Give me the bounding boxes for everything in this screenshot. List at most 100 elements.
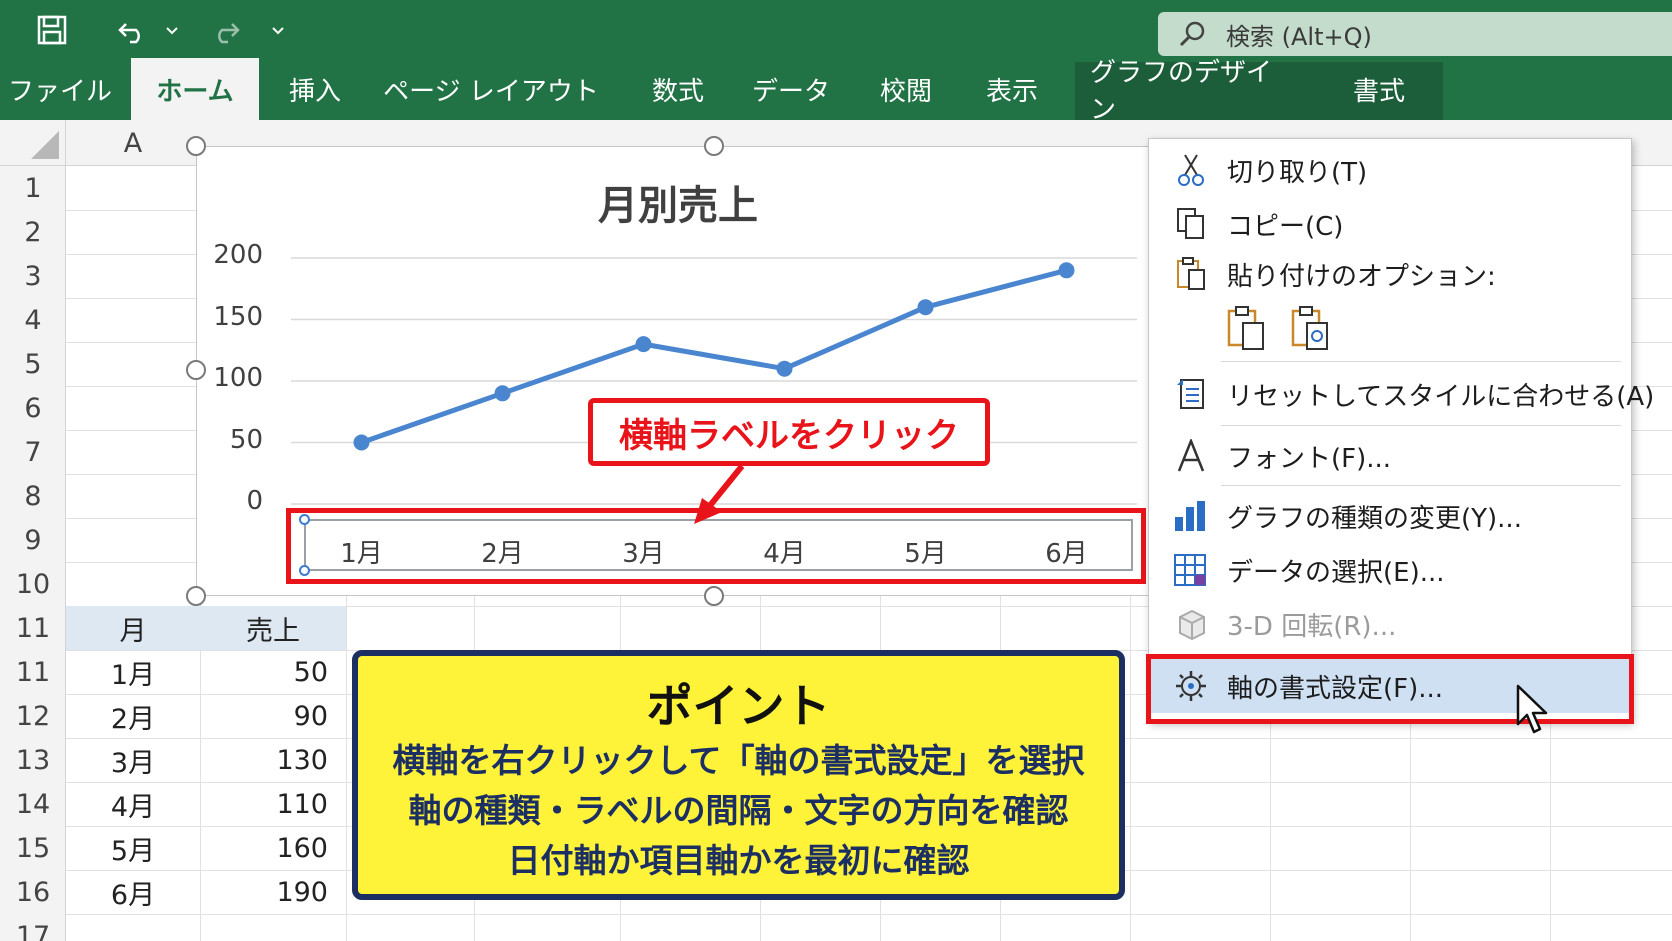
chart-resize-handle-tm[interactable]	[704, 136, 724, 156]
chart-type-icon	[1171, 496, 1211, 536]
undo-dropdown-icon[interactable]	[160, 10, 184, 50]
menu-separator	[1221, 425, 1621, 426]
data-point[interactable]	[1058, 262, 1075, 279]
title-bar: 検索 (Alt+Q)	[0, 0, 1672, 58]
month-cell[interactable]: 6月	[66, 870, 200, 914]
sales-cell[interactable]: 110	[200, 782, 346, 826]
menu-item-label: フォント(F)...	[1227, 443, 1392, 474]
month-cell[interactable]: 4月	[66, 782, 200, 826]
row-header[interactable]: 6	[0, 386, 66, 430]
menu-item-label: グラフの種類の変更(Y)...	[1227, 503, 1522, 534]
tab-file[interactable]: ファイル	[6, 58, 114, 120]
menu-item-font[interactable]: フォント(F)...	[1149, 429, 1633, 483]
chart-resize-handle-bl[interactable]	[186, 586, 206, 606]
row-header[interactable]: 14	[0, 782, 66, 826]
chart-resize-handle-ml[interactable]	[186, 360, 206, 380]
sales-cell[interactable]: 160	[200, 826, 346, 870]
sales-cell[interactable]: 130	[200, 738, 346, 782]
menu-separator	[1221, 361, 1621, 362]
tab-chart-design[interactable]: グラフのデザイン	[1090, 58, 1290, 125]
menu-separator	[1221, 485, 1621, 486]
point-title: ポイント	[646, 679, 831, 733]
axis-callout: 横軸ラベルをクリック	[588, 398, 990, 466]
row-header[interactable]: 13	[0, 738, 66, 782]
data-point[interactable]	[353, 434, 370, 451]
data-point[interactable]	[635, 336, 652, 353]
row-header[interactable]: 11	[0, 650, 66, 694]
row-header[interactable]: 7	[0, 430, 66, 474]
data-point[interactable]	[776, 360, 793, 377]
paste-keep-format-icon[interactable]	[1227, 301, 1275, 355]
menu-item-cut[interactable]: 切り取り(T)	[1149, 143, 1633, 197]
paste-icon	[1171, 254, 1211, 294]
month-cell[interactable]: 2月	[66, 694, 200, 738]
row-header[interactable]: 8	[0, 474, 66, 518]
tab-review[interactable]: 校閲	[866, 58, 946, 120]
menu-item-select-data[interactable]: データの選択(E)...	[1149, 543, 1633, 597]
row-header[interactable]: 11	[0, 606, 66, 650]
table-header-cell[interactable]: 売上	[200, 606, 346, 650]
tab-page-layout[interactable]: ページ レイアウト	[382, 58, 600, 120]
menu-item-label: コピー(C)	[1227, 211, 1344, 242]
tab-formulas[interactable]: 数式	[636, 58, 720, 120]
sales-cell[interactable]: 190	[200, 870, 346, 914]
menu-item-paste-options: 貼り付けのオプション:	[1149, 247, 1633, 301]
month-cell[interactable]: 3月	[66, 738, 200, 782]
tab-insert[interactable]: 挿入	[272, 58, 358, 120]
column-header-a[interactable]: A	[66, 120, 200, 166]
row-header[interactable]: 1	[0, 166, 66, 210]
row-header[interactable]: 10	[0, 562, 66, 606]
row-header[interactable]: 3	[0, 254, 66, 298]
row-header[interactable]: 5	[0, 342, 66, 386]
scissors-icon	[1171, 150, 1211, 190]
context-menu: 切り取り(T) コピー(C) 貼り付けのオプション: リセットしてスタイルに合わ…	[1148, 138, 1654, 722]
menu-item-label: 貼り付けのオプション:	[1227, 261, 1496, 292]
menu-item-3d-rotation: 3-D 回転(R)...	[1149, 597, 1633, 651]
copy-icon	[1171, 204, 1211, 244]
row-header[interactable]: 16	[0, 870, 66, 914]
format-axis-highlight-box	[1146, 654, 1634, 724]
month-cell[interactable]: 1月	[66, 650, 200, 694]
row-header[interactable]: 17	[0, 914, 66, 941]
table-header-cell[interactable]: 月	[66, 606, 200, 650]
mouse-cursor-icon	[1516, 684, 1548, 734]
select-data-icon	[1171, 550, 1211, 590]
menu-item-label: データの選択(E)...	[1227, 557, 1445, 588]
menu-item-copy[interactable]: コピー(C)	[1149, 197, 1633, 251]
font-icon	[1171, 436, 1211, 476]
menu-item-reset-style[interactable]: リセットしてスタイルに合わせる(A)	[1149, 367, 1654, 421]
row-header[interactable]: 2	[0, 210, 66, 254]
callout-arrow	[694, 464, 745, 524]
row-header[interactable]: 15	[0, 826, 66, 870]
search-placeholder: 検索 (Alt+Q)	[1226, 22, 1372, 51]
customize-qat-icon[interactable]	[266, 10, 290, 50]
data-point[interactable]	[494, 385, 511, 402]
sales-cell[interactable]: 50	[200, 650, 346, 694]
sales-cell[interactable]: 90	[200, 694, 346, 738]
menu-item-label: 3-D 回転(R)...	[1227, 611, 1397, 642]
tab-view[interactable]: 表示	[972, 58, 1052, 120]
tab-data[interactable]: データ	[744, 58, 838, 120]
tab-home[interactable]: ホーム	[131, 58, 259, 120]
axis-callout-text: 横軸ラベルをクリック	[619, 415, 959, 456]
search-box[interactable]: 検索 (Alt+Q)	[1158, 12, 1672, 56]
row-header[interactable]: 4	[0, 298, 66, 342]
chart-resize-handle-bm[interactable]	[704, 586, 724, 606]
undo-icon[interactable]	[112, 10, 152, 50]
row-header[interactable]: 12	[0, 694, 66, 738]
redo-icon[interactable]	[206, 10, 246, 50]
chart-resize-handle-tl[interactable]	[186, 136, 206, 156]
menu-item-change-chart-type[interactable]: グラフの種類の変更(Y)...	[1149, 489, 1633, 543]
point-box: ポイント 横軸を右クリックして「軸の書式設定」を選択 軸の種類・ラベルの間隔・文…	[352, 650, 1125, 900]
month-cell[interactable]: 5月	[66, 826, 200, 870]
row-header[interactable]: 9	[0, 518, 66, 562]
menu-item-label: リセットしてスタイルに合わせる(A)	[1227, 381, 1655, 412]
paste-picture-icon[interactable]	[1291, 301, 1339, 355]
data-point[interactable]	[917, 299, 934, 316]
tab-format[interactable]: 書式	[1336, 58, 1422, 120]
point-line-1: 横軸を右クリックして「軸の書式設定」を選択	[392, 741, 1085, 780]
3d-rotation-icon	[1171, 604, 1211, 644]
select-all-corner[interactable]	[0, 120, 66, 166]
save-icon[interactable]	[30, 10, 74, 50]
point-line-3: 日付軸か項目軸かを最初に確認	[507, 841, 970, 880]
